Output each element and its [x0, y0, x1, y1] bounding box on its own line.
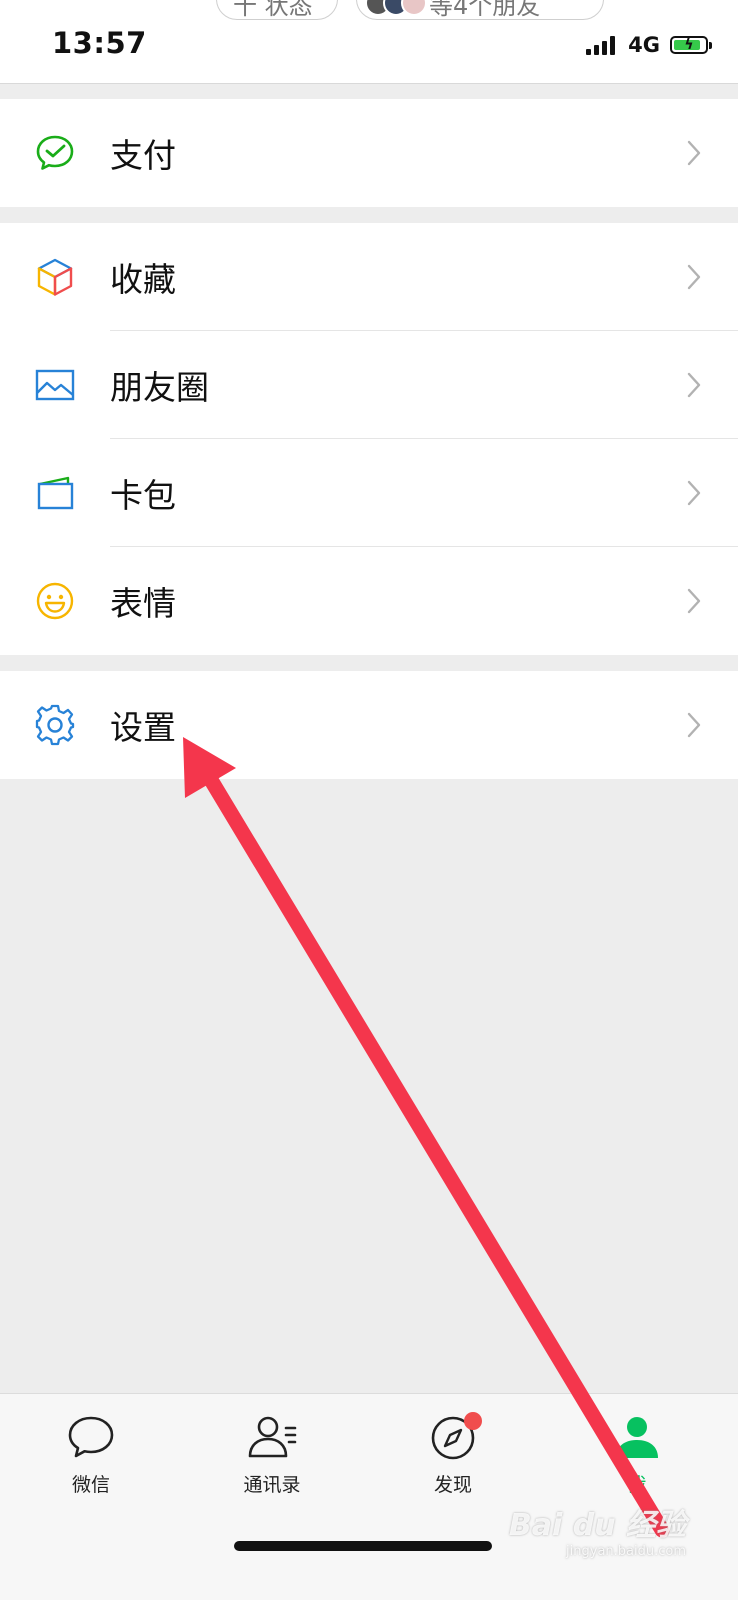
notification-badge: [464, 1412, 482, 1430]
friend-avatars: [365, 0, 427, 16]
tab-me[interactable]: 我: [562, 1412, 712, 1497]
tab-chats[interactable]: 微信: [16, 1412, 166, 1497]
menu-item-label: 卡包: [110, 476, 176, 515]
chevron-right-icon: [687, 480, 701, 506]
smiley-face-icon: [36, 582, 74, 620]
tab-label: 微信: [71, 1474, 110, 1496]
home-indicator[interactable]: [234, 1541, 492, 1551]
status-pill-label: 十 状态: [233, 0, 313, 20]
tab-discover[interactable]: 发现: [378, 1412, 528, 1497]
tab-contacts[interactable]: 通讯录: [197, 1412, 347, 1497]
status-bar: 十 状态 等4个朋友 13:57 4G ϟ: [0, 0, 738, 84]
person-icon: [616, 1417, 658, 1458]
menu-item-moments[interactable]: 朋友圈: [0, 331, 738, 439]
status-pill[interactable]: 十 状态: [216, 0, 338, 20]
menu-item-stickers[interactable]: 表情: [0, 547, 738, 655]
chevron-right-icon: [687, 712, 701, 738]
gear-icon: [35, 704, 75, 746]
menu-item-settings[interactable]: 设置: [0, 671, 738, 779]
menu-item-pay[interactable]: 支付: [0, 99, 738, 207]
menu-item-label: 表情: [110, 584, 176, 623]
tab-label: 发现: [433, 1474, 472, 1496]
battery-icon: ϟ: [670, 36, 712, 54]
pay-icon: [36, 135, 74, 170]
watermark-sub: jingyan.baidu.com: [566, 1544, 686, 1559]
tab-label: 通讯录: [243, 1474, 301, 1496]
menu-item-cards[interactable]: 卡包: [0, 439, 738, 547]
contacts-icon: [248, 1416, 297, 1458]
group-features: 收藏 朋友圈 卡包 表情: [0, 223, 738, 655]
chevron-right-icon: [687, 588, 701, 614]
friends-pill-label: 等4个朋友: [429, 0, 541, 20]
chat-bubble-icon: [68, 1416, 114, 1458]
menu-item-label: 收藏: [110, 260, 176, 299]
chevron-right-icon: [687, 140, 701, 166]
avatar: [401, 0, 427, 16]
menu-item-label: 设置: [110, 708, 176, 747]
system-icons: 4G ϟ: [586, 33, 712, 57]
moments-image-icon: [35, 369, 75, 401]
signal-icon: [586, 35, 618, 55]
network-type: 4G: [628, 33, 660, 57]
baidu-watermark: Bai du 经验 jingyan.baidu.com: [509, 1500, 686, 1559]
group-settings: 设置: [0, 671, 738, 779]
favorites-cube-icon: [37, 258, 73, 296]
group-pay: 支付: [0, 99, 738, 207]
menu-item-label: 朋友圈: [110, 368, 209, 407]
chevron-right-icon: [687, 372, 701, 398]
tab-label: 我: [627, 1474, 647, 1496]
charging-bolt-icon: ϟ: [684, 37, 694, 53]
card-wallet-icon: [37, 476, 74, 510]
watermark-main: Bai du 经验: [508, 1508, 686, 1543]
clock: 13:57: [52, 26, 147, 60]
tab-bar: 微信 通讯录 发现 我: [0, 1393, 738, 1600]
menu-item-favorites[interactable]: 收藏: [0, 223, 738, 331]
chevron-right-icon: [687, 264, 701, 290]
menu-item-label: 支付: [110, 136, 176, 175]
friends-status-pill[interactable]: 等4个朋友: [356, 0, 604, 20]
